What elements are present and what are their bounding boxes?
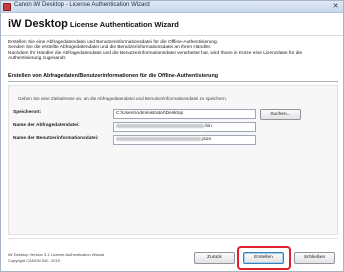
location-field[interactable]: C:\Users\Administrator\Desktop <box>113 109 256 119</box>
query-file-label: Name der Abfragedatendatei: <box>13 123 80 128</box>
section-divider <box>8 81 338 82</box>
copyright-text: Copyright CANON INC. 2015 <box>8 258 60 263</box>
wizard-title: License Authentication Wizard <box>70 20 179 29</box>
section-title: Erstellen von Abfragedaten/Benutzerinfor… <box>8 73 219 79</box>
location-label: Speicherort: <box>13 110 42 115</box>
redacted-filename <box>116 136 201 141</box>
query-file-field[interactable]: .bin <box>113 122 256 132</box>
userinfo-file-field[interactable]: .json <box>113 135 256 145</box>
window-close-button[interactable]: ✕ <box>330 2 341 11</box>
redacted-filename <box>116 123 204 128</box>
userinfo-file-suffix: .json <box>201 137 212 142</box>
form-panel <box>8 85 338 235</box>
window-title: Canon iW Desktop - License Authenticatio… <box>14 2 150 8</box>
create-button[interactable]: Erstellen <box>243 252 284 264</box>
footer-divider <box>8 238 338 239</box>
query-file-suffix: .bin <box>204 124 212 129</box>
intro-text: Erstellen Sie eine Abfragedatendatei und… <box>8 40 338 62</box>
browse-button[interactable]: Suchen... <box>260 109 301 120</box>
brand-logo: iW Desktop <box>8 18 68 30</box>
intro-line: Authentisierung zugesandt. <box>8 56 67 62</box>
close-button[interactable]: Schließen <box>294 252 335 264</box>
location-value: C:\Users\Administrator\Desktop <box>116 111 184 116</box>
userinfo-file-label: Name der Benutzerinformationsdatei: <box>13 136 99 141</box>
wizard-header: iW Desktop License Authentication Wizard <box>1 13 343 36</box>
panel-hint: Geben Sie eine Zieladresse an, an die Ab… <box>18 96 227 101</box>
title-bar: Canon iW Desktop - License Authenticatio… <box>1 1 343 13</box>
back-button[interactable]: Zurück <box>194 252 235 264</box>
app-icon <box>3 3 11 11</box>
wizard-window: Canon iW Desktop - License Authenticatio… <box>0 0 344 272</box>
version-text: iW Desktop Version 3.1 License Authentic… <box>8 252 105 257</box>
